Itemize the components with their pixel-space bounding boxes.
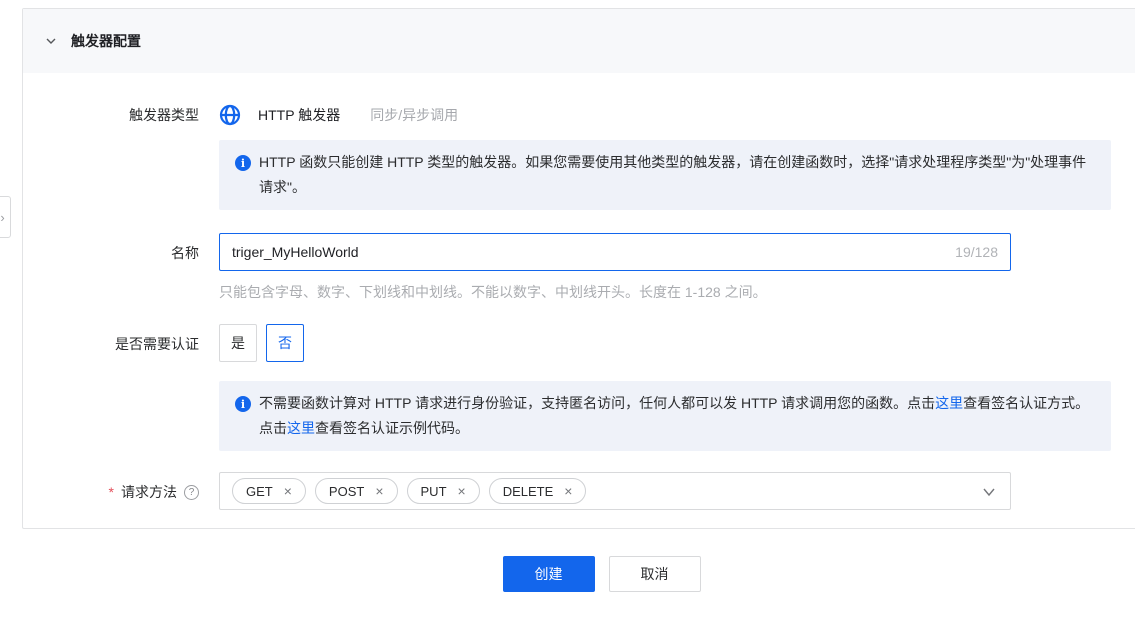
auth-notice-text: 不需要函数计算对 HTTP 请求进行身份验证，支持匿名访问，任何人都可以发 HT… <box>259 391 1095 441</box>
auth-notice-segment: 不需要函数计算对 HTTP 请求进行身份验证，支持匿名访问，任何人都可以发 HT… <box>259 395 935 411</box>
help-icon[interactable]: ? <box>184 485 199 500</box>
auth-notice: i 不需要函数计算对 HTTP 请求进行身份验证，支持匿名访问，任何人都可以发 … <box>219 381 1111 451</box>
request-method-row: * 请求方法 ? GET × POST × PUT × <box>23 472 1135 510</box>
info-icon: i <box>235 396 251 412</box>
name-hint: 只能包含字母、数字、下划线和中划线。不能以数字、中划线开头。长度在 1-128 … <box>219 282 1011 302</box>
chevron-right-icon: › <box>0 210 4 225</box>
page: › 触发器配置 触发器类型 HTTP 触发器 同步/异步调用 <box>0 0 1135 621</box>
chevron-down-icon <box>44 34 58 48</box>
trigger-name-input-box: 19/128 <box>219 233 1011 271</box>
globe-icon <box>219 104 241 126</box>
request-method-select[interactable]: GET × POST × PUT × DELETE × <box>219 472 1011 510</box>
request-method-label: 请求方法 <box>121 482 177 502</box>
remove-tag-icon[interactable]: × <box>284 484 292 498</box>
panel-title: 触发器配置 <box>71 31 141 51</box>
remove-tag-icon[interactable]: × <box>458 484 466 498</box>
create-button[interactable]: 创建 <box>503 556 595 592</box>
trigger-invoke-mode: 同步/异步调用 <box>370 105 458 125</box>
auth-notice-segment: 查看签名认证示例代码。 <box>315 420 469 436</box>
auth-row: 是否需要认证 是 否 <box>23 324 1135 362</box>
http-trigger-notice-text: HTTP 函数只能创建 HTTP 类型的触发器。如果您需要使用其他类型的触发器，… <box>259 150 1095 200</box>
expand-sidebar-button[interactable]: › <box>0 196 11 238</box>
footer-actions: 创建 取消 <box>34 556 1135 592</box>
name-row: 名称 19/128 只能包含字母、数字、下划线和中划线。不能以数字、中划线开头。… <box>23 233 1135 302</box>
method-tag-label: GET <box>246 484 273 499</box>
trigger-config-panel: 触发器配置 触发器类型 HTTP 触发器 同步/异步调用 i HTTP 函数只能… <box>22 8 1135 529</box>
auth-toggle-group: 是 否 <box>219 324 304 362</box>
name-label: 名称 <box>23 233 199 263</box>
method-tag-label: POST <box>329 484 364 499</box>
remove-tag-icon[interactable]: × <box>564 484 572 498</box>
http-trigger-notice: i HTTP 函数只能创建 HTTP 类型的触发器。如果您需要使用其他类型的触发… <box>219 140 1111 210</box>
signature-auth-link[interactable]: 这里 <box>935 395 963 411</box>
remove-tag-icon[interactable]: × <box>375 484 383 498</box>
auth-option-no[interactable]: 否 <box>266 324 304 362</box>
method-tag-label: DELETE <box>503 484 554 499</box>
method-tag-put: PUT × <box>407 478 480 504</box>
method-tag-label: PUT <box>421 484 447 499</box>
auth-option-yes[interactable]: 是 <box>219 324 257 362</box>
trigger-type-value: HTTP 触发器 <box>258 105 340 125</box>
method-tag-delete: DELETE × <box>489 478 587 504</box>
panel-header[interactable]: 触发器配置 <box>23 9 1135 73</box>
trigger-type-row: 触发器类型 HTTP 触发器 同步/异步调用 <box>23 104 1135 126</box>
char-counter: 19/128 <box>955 244 998 260</box>
auth-label: 是否需要认证 <box>23 324 199 354</box>
trigger-type-label: 触发器类型 <box>23 105 199 125</box>
trigger-name-input[interactable] <box>232 244 945 260</box>
method-tag-post: POST × <box>315 478 398 504</box>
cancel-button[interactable]: 取消 <box>609 556 701 592</box>
signature-example-link[interactable]: 这里 <box>287 420 315 436</box>
required-asterisk: * <box>109 484 114 500</box>
chevron-down-icon <box>981 485 997 502</box>
info-icon: i <box>235 155 251 171</box>
method-tag-get: GET × <box>232 478 306 504</box>
request-method-label-group: * 请求方法 ? <box>23 472 199 502</box>
